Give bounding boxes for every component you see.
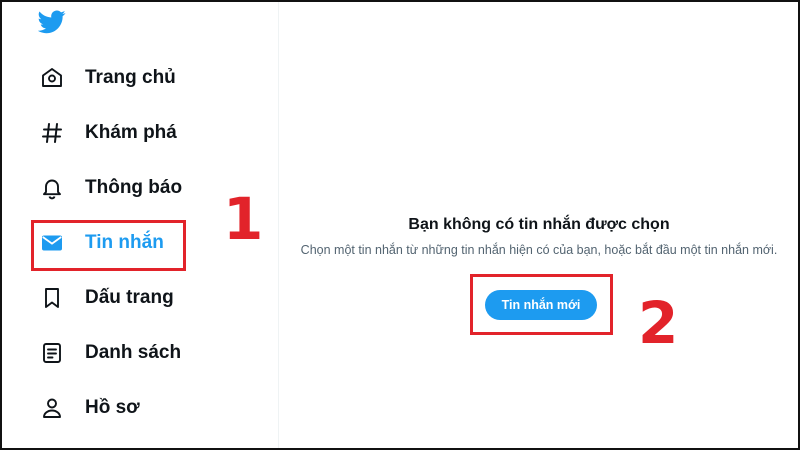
- messages-panel: Bạn không có tin nhắn được chọn Chọn một…: [278, 2, 798, 448]
- sidebar-item-label: Hồ sơ: [85, 397, 140, 418]
- app-window: Trang chủ Khám phá Thông báo Tin nhắn Dấ…: [0, 0, 800, 450]
- sidebar-item-label: Thông báo: [85, 177, 183, 198]
- hashtag-icon: [38, 119, 66, 147]
- sidebar-item-bookmarks[interactable]: Dấu trang: [38, 278, 174, 318]
- empty-state-title: Bạn không có tin nhắn được chọn: [408, 216, 670, 233]
- sidebar-item-profile[interactable]: Hồ sơ: [38, 388, 140, 428]
- bookmark-icon: [38, 284, 66, 312]
- sidebar-item-label: Khám phá: [85, 122, 177, 143]
- sidebar-item-label: Trang chủ: [85, 67, 176, 88]
- sidebar-item-explore[interactable]: Khám phá: [38, 113, 177, 153]
- bell-icon: [38, 174, 66, 202]
- sidebar-item-lists[interactable]: Danh sách: [38, 333, 181, 373]
- twitter-bird-icon[interactable]: [37, 10, 66, 34]
- step-number-1: 1: [223, 185, 264, 253]
- home-icon: [38, 64, 66, 92]
- highlight-box-new-message: [470, 274, 613, 335]
- highlight-box-messages: [31, 220, 186, 271]
- step-number-2: 2: [638, 289, 679, 357]
- sidebar-item-label: Dấu trang: [85, 287, 174, 308]
- list-icon: [38, 339, 66, 367]
- sidebar-item-home[interactable]: Trang chủ: [38, 58, 176, 98]
- empty-state-description: Chọn một tin nhắn từ những tin nhắn hiện…: [300, 243, 778, 257]
- sidebar-item-label: Danh sách: [85, 342, 182, 363]
- person-icon: [38, 394, 66, 422]
- sidebar-item-notifications[interactable]: Thông báo: [38, 168, 182, 208]
